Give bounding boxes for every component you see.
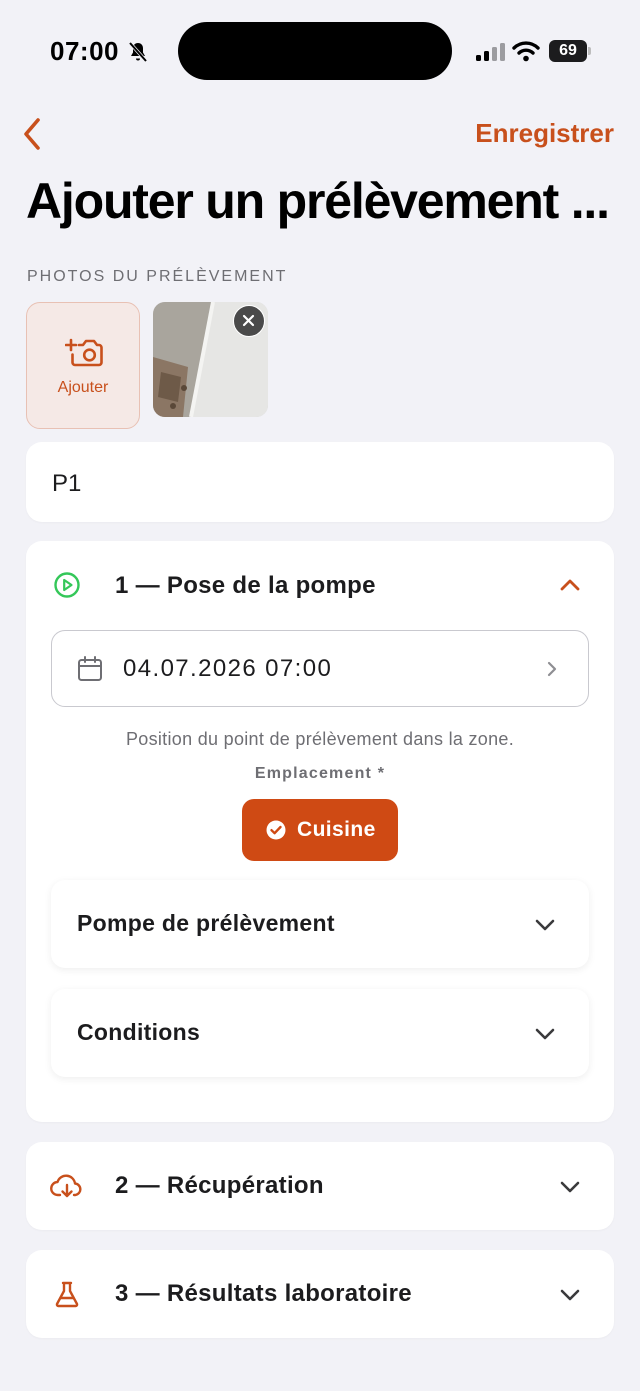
step2-title: 2 — Récupération: [115, 1172, 324, 1199]
step1-title[interactable]: 1 — Pose de la pompe: [115, 572, 376, 600]
location-chip-cuisine[interactable]: Cuisine: [242, 799, 398, 861]
close-icon: [242, 314, 255, 327]
chevron-up-icon[interactable]: [558, 576, 582, 594]
add-photo-button[interactable]: Ajouter: [26, 302, 140, 429]
conditions-subsection[interactable]: Conditions: [51, 989, 589, 1077]
chevron-down-icon: [560, 1181, 580, 1193]
conditions-subsection-title: Conditions: [77, 1019, 201, 1045]
cloud-download-icon: [50, 1174, 82, 1198]
date-picker-field[interactable]: 04.07.2026 07:00: [51, 630, 589, 707]
status-bar: 07:00 69: [0, 0, 640, 100]
location-label: Emplacement *: [254, 765, 386, 782]
step2-card[interactable]: 2 — Récupération: [26, 1142, 614, 1230]
location-chip-label: Cuisine: [297, 818, 376, 841]
sample-name-field[interactable]: P1: [26, 442, 614, 522]
cellular-signal-icon: [476, 43, 505, 61]
play-circle-icon: [54, 572, 80, 598]
check-circle-icon: [266, 820, 286, 840]
remove-photo-button[interactable]: [233, 305, 265, 337]
wifi-icon: [512, 41, 540, 62]
page-title: Ajouter un prélèvement ...: [26, 173, 610, 229]
step3-card[interactable]: 3 — Résultats laboratoire: [26, 1250, 614, 1338]
location-hint: Position du point de prélèvement dans la…: [125, 729, 515, 749]
pump-subsection[interactable]: Pompe de prélèvement: [51, 880, 589, 968]
photos-section-label: PHOTOS DU PRÉLÈVEMENT: [27, 268, 288, 285]
save-button[interactable]: Enregistrer: [475, 118, 614, 149]
step1-card: 1 — Pose de la pompe 04.07.2026 07:00 Po…: [26, 541, 614, 1122]
add-photo-label: Ajouter: [57, 379, 109, 396]
chevron-down-icon: [560, 1289, 580, 1301]
sample-name-value: P1: [52, 470, 82, 497]
pump-subsection-title: Pompe de prélèvement: [77, 910, 335, 936]
chevron-down-icon: [535, 919, 555, 931]
bell-muted-icon: [128, 41, 148, 63]
battery-level: 69: [549, 40, 587, 62]
camera-plus-icon: [65, 338, 103, 367]
step3-title: 3 — Résultats laboratoire: [115, 1280, 412, 1307]
chevron-right-icon: [547, 661, 557, 677]
date-value: 04.07.2026 07:00: [123, 655, 333, 682]
battery-indicator: 69: [549, 40, 591, 62]
back-button[interactable]: [18, 112, 50, 156]
chevron-down-icon: [535, 1028, 555, 1040]
flask-icon: [55, 1281, 79, 1308]
status-time: 07:00: [50, 36, 119, 66]
dynamic-island: [178, 22, 452, 80]
calendar-icon: [78, 656, 102, 681]
